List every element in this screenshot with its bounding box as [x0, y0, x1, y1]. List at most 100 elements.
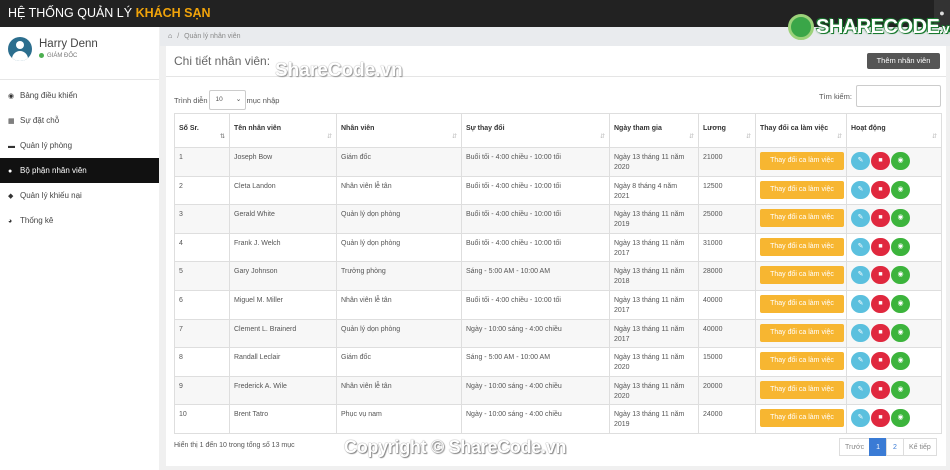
cell-sr: 4: [174, 232, 230, 263]
view-button[interactable]: ◉: [891, 380, 910, 399]
trash-icon: ■: [878, 271, 883, 279]
sidebar-item-staff[interactable]: ● Bộ phận nhân viên: [0, 158, 159, 183]
cell-sr: 5: [174, 261, 230, 291]
table-row: 1 Joseph Bow Giám đốc Buổi tối - 4:00 chiều…: [174, 147, 942, 177]
edit-button[interactable]: ✎: [851, 409, 870, 428]
column-header[interactable]: Thay đổi ca làm việc ⇵: [755, 113, 847, 148]
cell-shift: Buổi tối - 4:00 chiều - 10:00 tối: [461, 147, 610, 177]
delete-button[interactable]: ■: [871, 380, 890, 399]
cell-position: Quản lý dọn phòng: [336, 204, 462, 234]
pagination-page-1[interactable]: 1: [869, 438, 888, 456]
eye-icon: ◉: [897, 271, 904, 279]
change-shift-button[interactable]: Thay đổi ca làm việc: [760, 237, 844, 256]
view-button[interactable]: ◉: [891, 209, 910, 228]
trash-icon: ■: [878, 185, 883, 193]
add-employee-button[interactable]: Thêm nhân viên: [867, 53, 940, 69]
cell-shift: Ngày - 10:00 sáng - 4:00 chiều: [461, 318, 610, 349]
view-button[interactable]: ◉: [891, 323, 910, 342]
online-status-icon: [39, 53, 44, 58]
trash-icon: ■: [878, 214, 883, 222]
eye-icon: ◉: [897, 328, 904, 336]
view-button[interactable]: ◉: [891, 352, 910, 371]
change-shift-button[interactable]: Thay đổi ca làm việc: [760, 294, 844, 313]
view-button[interactable]: ◉: [891, 294, 910, 313]
delete-button[interactable]: ■: [871, 152, 890, 170]
column-header[interactable]: Nhân viên ⇵: [336, 113, 462, 148]
change-shift-button[interactable]: Thay đổi ca làm việc: [760, 209, 844, 228]
sidebar-item-complaints[interactable]: ◆ Quản lý khiếu nại: [0, 183, 159, 208]
delete-button[interactable]: ■: [871, 237, 890, 256]
eye-icon: ◉: [897, 357, 904, 365]
edit-button[interactable]: ✎: [851, 180, 870, 199]
view-button[interactable]: ◉: [891, 237, 910, 256]
edit-button[interactable]: ✎: [851, 237, 870, 256]
sidebar-item-dashboard[interactable]: ◉ Bảng điều khiển: [0, 83, 159, 108]
cell-actions: ✎ ■ ◉: [846, 375, 942, 406]
sidebar-item-statistics[interactable]: ◕ Thống kê: [0, 208, 159, 233]
delete-button[interactable]: ■: [871, 180, 890, 199]
cell-actions: ✎ ■ ◉: [846, 347, 942, 377]
column-header[interactable]: Ngày tham gia ⇵: [609, 113, 699, 148]
column-header[interactable]: Lương ⇵: [698, 113, 756, 148]
edit-button[interactable]: ✎: [851, 152, 870, 170]
pencil-icon: ✎: [857, 271, 864, 279]
column-header[interactable]: Sự thay đổi ⇵: [461, 113, 610, 148]
pencil-icon: ✎: [857, 385, 864, 393]
change-shift-button[interactable]: Thay đổi ca làm việc: [760, 180, 844, 199]
cell-sr: 7: [174, 318, 230, 349]
view-button[interactable]: ◉: [891, 152, 910, 170]
cell-shift: Sáng - 5:00 AM - 10:00 AM: [461, 347, 610, 377]
edit-button[interactable]: ✎: [851, 323, 870, 342]
column-header[interactable]: Tên nhân viên ⇵: [229, 113, 337, 148]
column-header[interactable]: Số Sr. ⇅: [174, 113, 230, 148]
user-profile: Harry Denn GIÁM ĐỐC: [8, 37, 158, 65]
edit-button[interactable]: ✎: [851, 352, 870, 371]
entries-select[interactable]: 10 ⌄: [208, 90, 246, 110]
edit-button[interactable]: ✎: [851, 209, 870, 228]
change-shift-button[interactable]: Thay đổi ca làm việc: [760, 266, 844, 285]
trash-icon: ■: [878, 385, 883, 393]
search-input[interactable]: [856, 85, 941, 107]
edit-button[interactable]: ✎: [851, 380, 870, 399]
cell-change-shift: Thay đổi ca làm việc: [755, 175, 847, 206]
pagination-prev[interactable]: Trước: [839, 438, 871, 456]
cell-sr: 1: [174, 147, 230, 177]
change-shift-button[interactable]: Thay đổi ca làm việc: [760, 409, 844, 428]
employees-table: Số Sr. ⇅ Tên nhân viên ⇵ Nhân viên ⇵ Sự thay đ…: [174, 113, 942, 434]
breadcrumb-separator: /: [177, 33, 180, 40]
change-shift-button[interactable]: Thay đổi ca làm việc: [760, 323, 844, 342]
delete-button[interactable]: ■: [871, 323, 890, 342]
app-title[interactable]: HỆ THỐNG QUẢN LÝ KHÁCH SẠN: [8, 6, 211, 20]
sort-icon: ⇅: [219, 134, 225, 140]
pagination-page-2[interactable]: 2: [886, 438, 904, 456]
edit-button[interactable]: ✎: [851, 294, 870, 313]
search-label: Tìm kiếm:: [819, 92, 852, 101]
delete-button[interactable]: ■: [871, 352, 890, 371]
delete-button[interactable]: ■: [871, 294, 890, 313]
sidebar-item-rooms[interactable]: ▬ Quản lý phòng: [0, 133, 159, 158]
sort-icon: ⇵: [688, 134, 694, 140]
delete-button[interactable]: ■: [871, 409, 890, 428]
table-info: Hiển thị 1 đến 10 trong tổng số 13 mục: [174, 442, 295, 449]
home-icon[interactable]: ⌂: [168, 33, 172, 40]
column-header-label: Ngày tham gia: [614, 125, 662, 132]
chart-pie-icon: ◕: [8, 218, 13, 225]
change-shift-button[interactable]: Thay đổi ca làm việc: [760, 152, 844, 170]
pagination-next[interactable]: Kế tiếp: [902, 438, 937, 456]
cell-change-shift: Thay đổi ca làm việc: [755, 232, 847, 263]
view-button[interactable]: ◉: [891, 266, 910, 285]
change-shift-button[interactable]: Thay đổi ca làm việc: [760, 352, 844, 371]
sidebar-item-reservations[interactable]: ▦ Sự đặt chỗ: [0, 108, 159, 133]
table-header-row: Số Sr. ⇅ Tên nhân viên ⇵ Nhân viên ⇵ Sự thay đ…: [174, 113, 942, 148]
delete-button[interactable]: ■: [871, 266, 890, 285]
avatar: [8, 37, 32, 61]
cell-change-shift: Thay đổi ca làm việc: [755, 261, 847, 291]
change-shift-button[interactable]: Thay đổi ca làm việc: [760, 380, 844, 399]
view-button[interactable]: ◉: [891, 180, 910, 199]
column-header[interactable]: Hoạt động ⇵: [846, 113, 942, 148]
view-button[interactable]: ◉: [891, 409, 910, 428]
delete-button[interactable]: ■: [871, 209, 890, 228]
cell-position: Nhân viên lễ tân: [336, 375, 462, 406]
cell-shift: Buổi tối - 4:00 chiều - 10:00 tối: [461, 175, 610, 206]
edit-button[interactable]: ✎: [851, 266, 870, 285]
